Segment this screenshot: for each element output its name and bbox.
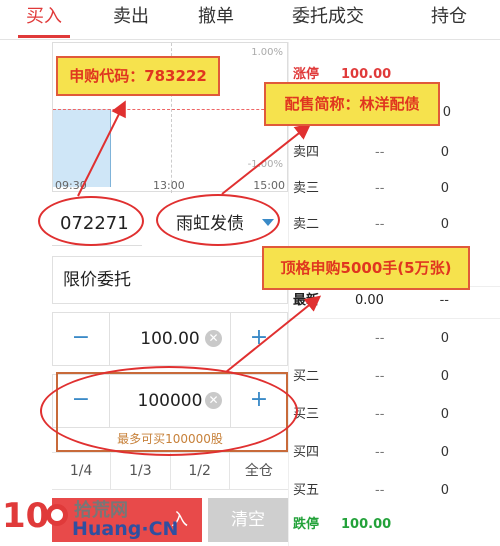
book-row-volume: 0 (440, 483, 449, 498)
chart-time-mid: 13:00 (153, 179, 185, 192)
book-sell-row: 卖三 -- 0 (289, 174, 500, 204)
position-fraction-bar: 1/4 1/3 1/2 全仓 (52, 452, 288, 490)
fraction-half-button[interactable]: 1/2 (171, 453, 230, 489)
tab-positions[interactable]: 持仓 (398, 0, 500, 40)
book-buy-row: -- 0 (289, 324, 500, 354)
book-row-label: 买四 (293, 445, 320, 460)
book-buy-row: 买四 -- 0 (289, 438, 500, 468)
book-sell-row: 卖四 -- 0 (289, 138, 500, 168)
price-plus-button[interactable]: + (231, 313, 287, 365)
fraction-full-button[interactable]: 全仓 (230, 453, 288, 489)
chart-price-area (53, 109, 111, 187)
purchase-code-text: 申购代码：783222 (69, 67, 207, 85)
chart-pct-bottom: -1.00% (247, 159, 283, 170)
book-sell-row: 卖二 -- 0 (289, 210, 500, 240)
book-row-price: 100.00 (341, 517, 392, 532)
book-limit-down: 跌停 100.00 (289, 510, 500, 540)
chart-pct-top: 1.00% (251, 47, 283, 58)
book-row-volume: -- (439, 293, 449, 308)
order-type-select[interactable]: 限价委托 (52, 256, 288, 304)
placement-name-callout: 配售简称：林洋配债 (264, 82, 440, 126)
purchase-code-callout: 申购代码：783222 (56, 56, 220, 96)
book-row-label: 卖四 (293, 145, 320, 160)
book-row-price: -- (375, 483, 385, 498)
tab-orders[interactable]: 委托成交 (258, 0, 398, 40)
book-row-volume: 0 (440, 445, 449, 460)
book-row-price: -- (375, 407, 385, 422)
chart-time-open: 09:30 (55, 179, 87, 192)
book-row-label: 买二 (293, 369, 320, 384)
max-purchase-callout: 顶格申购5000手(5万张) (262, 246, 470, 290)
book-row-label: 卖三 (293, 181, 320, 196)
book-buy-row: 买五 -- 0 (289, 476, 500, 506)
gear-icon (46, 504, 68, 526)
book-row-volume: 0 (440, 217, 449, 232)
book-row-price: 0.00 (355, 293, 384, 308)
book-row-price: -- (375, 217, 385, 232)
price-stepper: − 100.00 ✕ + (52, 312, 288, 366)
book-row-volume: 0 (440, 407, 449, 422)
book-row-volume: 0 (440, 369, 449, 384)
quantity-highlight-ellipse (40, 366, 298, 456)
book-row-price: -- (375, 331, 385, 346)
watermark-en: Huang·CN (72, 518, 179, 540)
price-minus-button[interactable]: − (53, 313, 109, 365)
price-value: 100.00 (140, 329, 200, 349)
chart-time-close: 15:00 (253, 179, 285, 192)
book-row-label: 买五 (293, 483, 320, 498)
book-row-volume: 0 (442, 105, 451, 120)
code-highlight-ellipse (38, 196, 144, 246)
watermark-number: 10 (2, 496, 50, 536)
max-purchase-text: 顶格申购5000手(5万张) (280, 259, 452, 277)
tab-cancel[interactable]: 撤单 (174, 0, 258, 40)
price-input[interactable]: 100.00 ✕ (109, 313, 231, 365)
clear-icon[interactable]: ✕ (205, 330, 222, 347)
fraction-quarter-button[interactable]: 1/4 (52, 453, 112, 489)
book-row-volume: 0 (440, 145, 449, 160)
book-row-label: 最新 (293, 293, 320, 308)
book-row-label: 跌停 (293, 517, 320, 532)
book-row-price: -- (375, 145, 385, 160)
book-row-volume: 0 (440, 331, 449, 346)
book-row-price: -- (375, 369, 385, 384)
book-buy-row: 买三 -- 0 (289, 400, 500, 430)
book-buy-row: 买二 -- 0 (289, 362, 500, 392)
fraction-third-button[interactable]: 1/3 (111, 453, 171, 489)
book-divider (289, 318, 500, 319)
placement-name-text: 配售简称：林洋配债 (284, 95, 420, 113)
watermark-logo: 10 拾荒网 Huang·CN (0, 492, 178, 546)
book-row-price: -- (375, 181, 385, 196)
book-row-volume: 0 (440, 181, 449, 196)
order-panel: 1.00% -1.00% 09:30 13:00 15:00 072271 雨虹… (52, 42, 289, 546)
tab-bar: 买入 卖出 撤单 委托成交 持仓 (0, 0, 500, 40)
book-row-label: 卖二 (293, 217, 320, 232)
tab-sell[interactable]: 卖出 (88, 0, 174, 40)
clear-button[interactable]: 清空 (208, 498, 288, 542)
book-row-price: -- (375, 445, 385, 460)
book-latest: 最新 0.00 -- (289, 286, 500, 316)
tab-buy[interactable]: 买入 (0, 0, 88, 40)
name-highlight-ellipse (156, 194, 280, 246)
